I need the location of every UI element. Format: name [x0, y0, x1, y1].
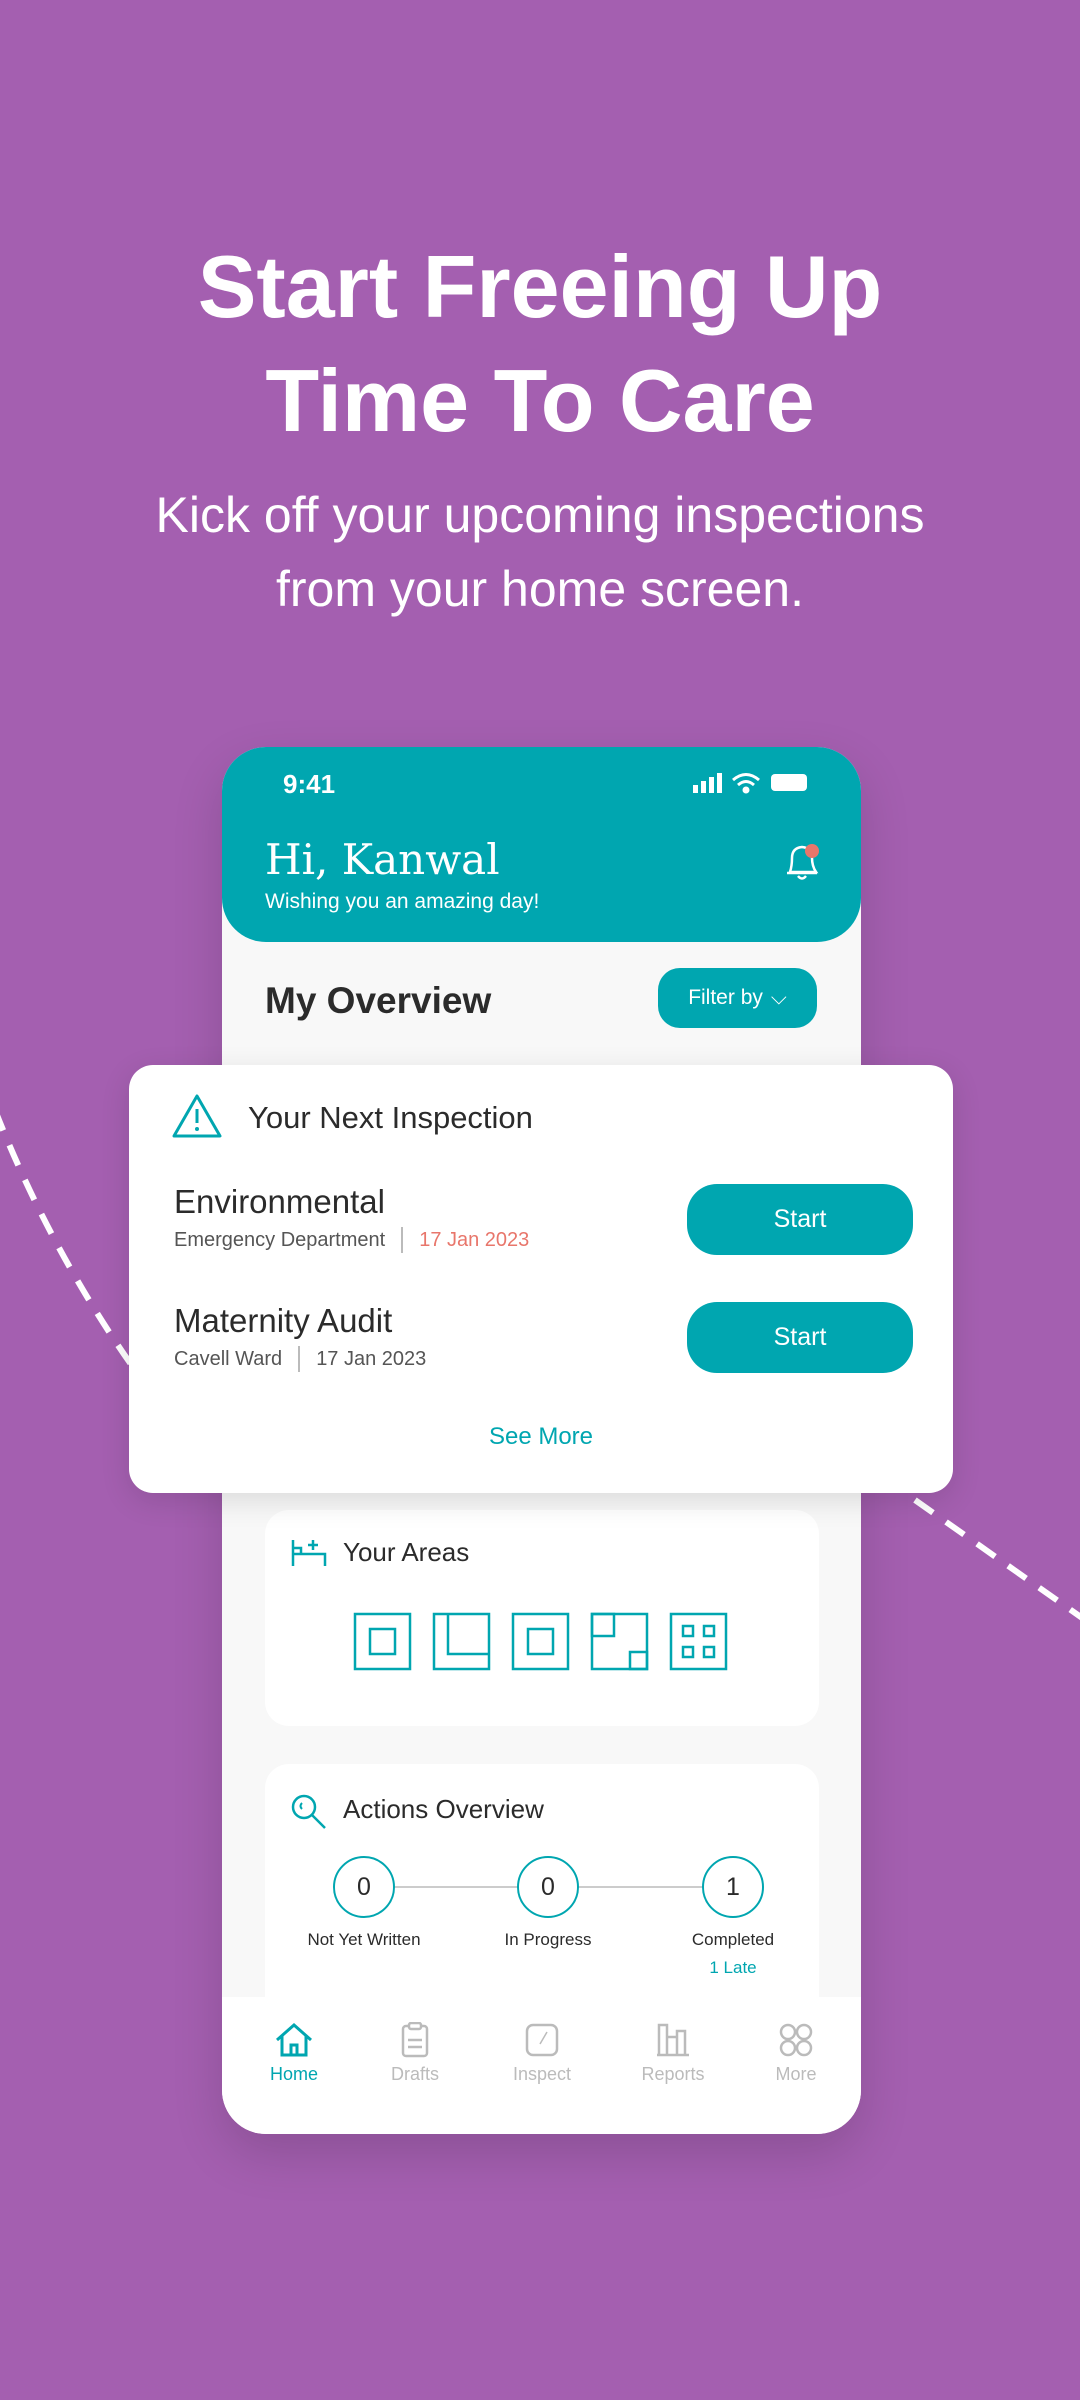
warning-icon	[172, 1094, 222, 1138]
nav-reports[interactable]: Reports	[618, 2022, 728, 2085]
bottom-nav: Home Drafts Inspect Reports More	[222, 1997, 861, 2134]
inspection-date: 17 Jan 2023	[316, 1347, 427, 1370]
bed-plus-icon	[291, 1540, 327, 1566]
battery-icon	[771, 774, 807, 791]
start-environmental-button[interactable]: Start	[687, 1184, 913, 1255]
greeting: Hi, Kanwal	[265, 835, 500, 884]
inspection-date: 17 Jan 2023	[419, 1228, 530, 1251]
inspection-meta: Emergency Department 17 Jan 2023	[174, 1227, 529, 1253]
chevron-down-icon: ⌵	[770, 986, 787, 1009]
inspection-location: Cavell Ward	[174, 1347, 283, 1370]
more-grid-icon	[779, 2023, 813, 2057]
stat-label: Not Yet Written	[307, 1930, 421, 1949]
filter-button[interactable]: Filter by ⌵	[658, 968, 817, 1028]
greeting-subtitle: Wishing you an amazing day!	[265, 890, 540, 913]
area-room-icon	[353, 1612, 412, 1671]
wifi-icon	[732, 773, 760, 794]
area-icons	[353, 1612, 728, 1671]
area-ward-icon	[432, 1612, 491, 1671]
divider	[298, 1346, 301, 1372]
start-maternity-button[interactable]: Start	[687, 1302, 913, 1373]
stat-label: In Progress	[504, 1930, 592, 1949]
stat-not-yet-written[interactable]: 0	[333, 1856, 395, 1918]
stat-in-progress[interactable]: 0	[517, 1856, 579, 1918]
areas-title: Your Areas	[343, 1537, 470, 1567]
area-bay-icon	[511, 1612, 570, 1671]
late-count: 1 Late	[709, 1958, 757, 1977]
nav-home[interactable]: Home	[239, 2022, 349, 2085]
inspect-icon	[525, 2023, 559, 2057]
stat-label: Completed	[691, 1930, 775, 1949]
filter-label: Filter by	[688, 986, 763, 1009]
inspection-location: Emergency Department	[174, 1228, 386, 1251]
status-time: 9:41	[283, 769, 336, 799]
clipboard-icon	[401, 2022, 429, 2058]
card-title: Your Next Inspection	[248, 1100, 533, 1135]
see-more-link[interactable]: See More	[129, 1423, 953, 1451]
home-icon	[276, 2022, 312, 2057]
bar-chart-icon	[657, 2023, 689, 2057]
search-actions-icon	[291, 1794, 326, 1829]
divider	[401, 1227, 404, 1253]
areas-card: Your Areas	[265, 1510, 819, 1726]
nav-inspect[interactable]: Inspect	[487, 2022, 597, 2085]
next-inspection-card: Your Next Inspection Environmental Emerg…	[129, 1065, 953, 1493]
inspection-name: Environmental	[174, 1183, 385, 1220]
nav-more[interactable]: More	[741, 2022, 851, 2085]
inspection-name: Maternity Audit	[174, 1302, 393, 1339]
status-icons	[693, 773, 807, 794]
notification-bell-icon[interactable]	[782, 840, 822, 884]
area-department-icon	[590, 1612, 649, 1671]
actions-title: Actions Overview	[343, 1794, 544, 1824]
area-grid-icon	[669, 1612, 728, 1671]
app-header: 9:41 Hi, Kanwal Wishing you an amazing d…	[222, 747, 861, 942]
signal-icon	[693, 773, 722, 793]
inspection-meta: Cavell Ward 17 Jan 2023	[174, 1346, 426, 1372]
page-title: My Overview	[265, 980, 492, 1021]
stat-completed[interactable]: 1	[702, 1856, 764, 1918]
nav-drafts[interactable]: Drafts	[360, 2022, 470, 2085]
